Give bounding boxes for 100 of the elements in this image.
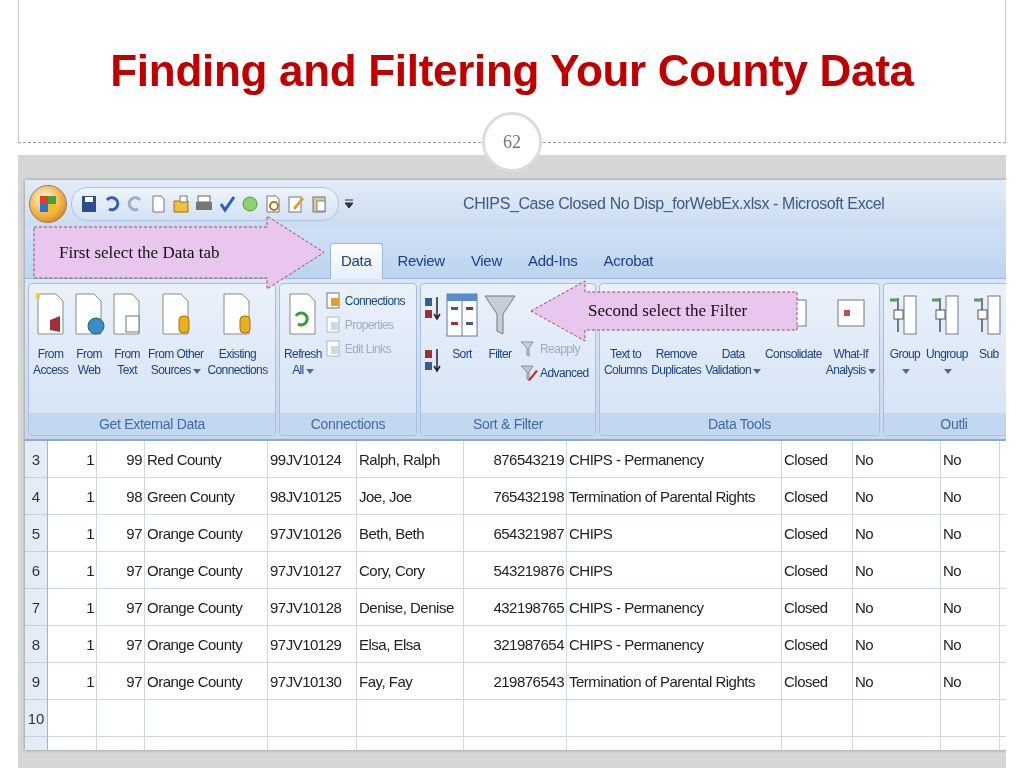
table-cell: 1 — [48, 552, 97, 589]
table-cell: 97 — [97, 663, 145, 700]
table-cell: Termination of Parental Rights — [567, 478, 782, 515]
table-cell: Denise, Denise — [357, 589, 464, 626]
table-cell: Orange County — [145, 663, 268, 700]
ribbon-button[interactable]: Group — [887, 292, 923, 379]
ribbon-button[interactable]: From Access — [32, 292, 70, 379]
table-cell: Cory, Cory — [357, 552, 464, 589]
ribbon-button[interactable]: From Other Sources — [147, 292, 205, 379]
ribbon-button[interactable]: Advanced — [520, 364, 589, 382]
table-cell: No — [853, 589, 941, 626]
table-cell: No — [853, 663, 941, 700]
office-button[interactable] — [29, 185, 67, 223]
ribbon-tab[interactable]: Acrobat — [592, 243, 665, 279]
ribbon-tab[interactable]: Add-Ins — [516, 243, 589, 279]
ribbon-button[interactable]: From Text — [109, 292, 146, 379]
table-cell: CHIPS - Permanency — [567, 626, 782, 663]
table-cell — [782, 700, 853, 737]
table-cell: No — [941, 589, 1000, 626]
group-label: Connections — [280, 413, 416, 435]
ribbon-button[interactable]: Sort — [444, 292, 480, 363]
table-cell: 1 — [48, 515, 97, 552]
table-cell: 97JV10130 — [268, 663, 357, 700]
table-cell: 765432198 — [464, 478, 567, 515]
ribbon-button[interactable]: Refresh All — [283, 292, 323, 379]
properties-icon — [324, 316, 343, 334]
undo-icon[interactable] — [103, 194, 121, 214]
window-title: CHIPS_Case Closed No Disp_forWebEx.xlsx - Microsoft Excel — [463, 195, 885, 213]
table-cell: Orange County — [145, 626, 268, 663]
table-cell: No — [941, 515, 1000, 552]
table-cell: No — [941, 626, 1000, 663]
table-cell: CHIPS - Permanency — [567, 441, 782, 478]
table-cell: 97 — [97, 515, 145, 552]
magnifier-icon[interactable] — [264, 194, 282, 214]
ribbon-button[interactable]: From Web — [71, 292, 108, 379]
table-cell: Closed — [782, 515, 853, 552]
circle-icon[interactable] — [241, 194, 259, 214]
table-cell: Closed — [782, 478, 853, 515]
group-label: Sort & Filter — [421, 413, 595, 435]
ribbon-button[interactable]: Connections — [324, 292, 405, 310]
table-cell: Closed — [782, 589, 853, 626]
save-icon[interactable] — [80, 194, 98, 214]
row-header[interactable]: 8 — [25, 626, 48, 663]
table-cell: 1 — [48, 626, 97, 663]
caret-icon — [943, 369, 952, 375]
ribbon-button[interactable]: Filter — [482, 292, 518, 363]
table-cell — [97, 700, 145, 737]
document-icon[interactable] — [149, 194, 167, 214]
table-cell: 98 — [97, 478, 145, 515]
filter-icon — [483, 292, 517, 338]
table-cell: 97 — [97, 552, 145, 589]
ribbon-button[interactable]: Ungroup — [925, 292, 969, 379]
table-cell: Red County — [145, 441, 268, 478]
ribbon-tab[interactable]: View — [459, 243, 513, 279]
table-cell: Termination of Parental Rights — [567, 663, 782, 700]
caret-icon — [902, 369, 910, 375]
table-cell: 1 — [48, 478, 97, 515]
row-header[interactable]: 10 — [25, 700, 48, 737]
row-header[interactable]: 9 — [25, 663, 48, 700]
pencil-icon[interactable] — [287, 194, 305, 214]
group-label: Data Tools — [600, 413, 879, 435]
table-cell: 97JV10127 — [268, 552, 357, 589]
table-cell: Closed — [782, 441, 853, 478]
table-cell: No — [941, 663, 1000, 700]
table-cell: 1 — [48, 589, 97, 626]
row-header[interactable]: 7 — [25, 589, 48, 626]
table-cell: CHIPS - Permanency — [567, 589, 782, 626]
group-label: Outli — [884, 413, 1006, 435]
table-cell: Orange County — [145, 589, 268, 626]
table-cell: 543219876 — [464, 552, 567, 589]
check-icon[interactable] — [218, 194, 236, 214]
squares-logo-icon — [38, 194, 58, 214]
table-cell: 654321987 — [464, 515, 567, 552]
row-header[interactable]: 4 — [25, 478, 48, 515]
row-header[interactable]: 5 — [25, 515, 48, 552]
table-cell: No — [941, 552, 1000, 589]
slide-title: Finding and Filtering Your County Data — [110, 46, 914, 96]
table-cell: No — [853, 441, 941, 478]
row-header[interactable]: 6 — [25, 552, 48, 589]
sort-descending-icon[interactable] — [424, 348, 442, 374]
table-cell: 97JV10129 — [268, 626, 357, 663]
sort-ascending-icon[interactable] — [424, 296, 442, 322]
table-cell: 1 — [48, 441, 97, 478]
table-cell: 321987654 — [464, 626, 567, 663]
table-cell: 432198765 — [464, 589, 567, 626]
table-cell — [48, 700, 97, 737]
folder-icon[interactable] — [172, 194, 190, 214]
table-cell: CHIPS — [567, 552, 782, 589]
ribbon-tab[interactable]: Data — [330, 243, 383, 279]
ribbon-tab[interactable]: Review — [386, 243, 456, 279]
row-header[interactable]: 3 — [25, 441, 48, 478]
ribbon-button[interactable]: Sub — [970, 292, 1006, 363]
table-cell: Orange County — [145, 552, 268, 589]
customize-icon[interactable] — [345, 199, 353, 209]
caret-icon — [305, 369, 314, 375]
ribbon-button[interactable]: Existing Connections — [206, 292, 269, 379]
ribbon-button[interactable]: What-If Analysis — [824, 292, 877, 379]
table-cell: Joe, Joe — [357, 478, 464, 515]
clipboard-icon[interactable] — [310, 194, 328, 214]
table-cell: Ralph, Ralph — [357, 441, 464, 478]
